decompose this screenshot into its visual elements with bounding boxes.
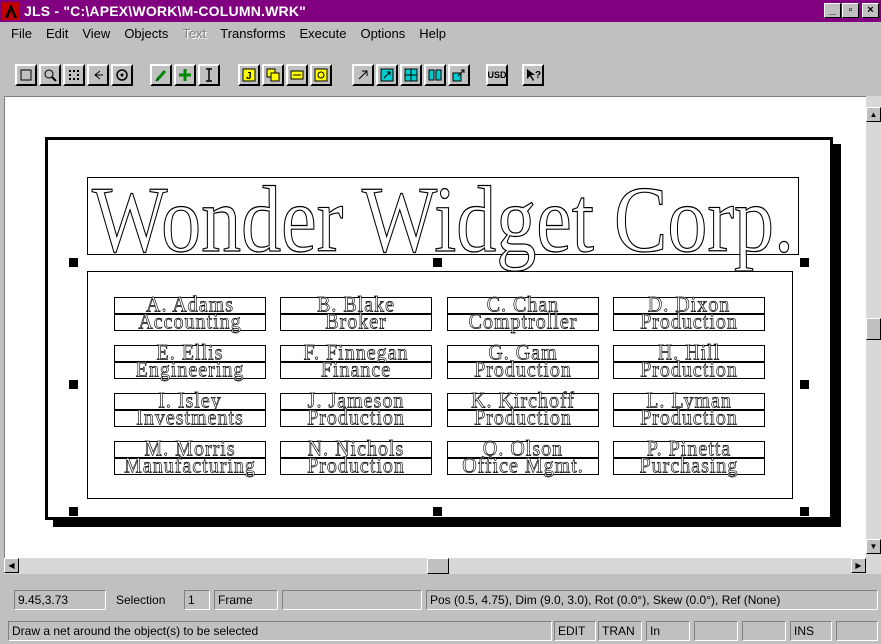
menu-objects[interactable]: Objects — [117, 26, 175, 41]
menu-view[interactable]: View — [75, 26, 117, 41]
split-icon[interactable] — [400, 64, 422, 86]
cell-dept[interactable]: Production — [447, 358, 599, 382]
selection-handle[interactable] — [433, 507, 442, 516]
circle-icon[interactable] — [310, 64, 332, 86]
export-icon[interactable] — [448, 64, 470, 86]
cell-dept[interactable]: Purchasing — [613, 454, 765, 478]
box-arrow-icon[interactable] — [376, 64, 398, 86]
cell-dept[interactable]: Comptroller — [447, 310, 599, 334]
cell-dept[interactable]: Production — [613, 406, 765, 430]
vertical-scroll-thumb[interactable] — [866, 318, 881, 340]
cell-dept[interactable]: Investments — [114, 406, 266, 430]
pencil-icon[interactable] — [150, 64, 172, 86]
vertical-scrollbar[interactable]: ▲ ▼ — [866, 96, 881, 574]
svg-text:?: ? — [535, 70, 541, 81]
headline-box[interactable]: Wonder Widget Corp. — [87, 167, 799, 273]
frame-j-icon[interactable]: J — [238, 64, 260, 86]
menu-options[interactable]: Options — [353, 26, 412, 41]
usd-icon[interactable]: USD — [486, 64, 508, 86]
bar-icon[interactable] — [286, 64, 308, 86]
cell-dept[interactable]: Accounting — [114, 310, 266, 334]
copy-icon[interactable] — [262, 64, 284, 86]
selection-handle[interactable] — [69, 258, 78, 267]
close-button[interactable]: × — [862, 3, 879, 18]
window-title: JLS - "C:\APEX\WORK\M-COLUMN.WRK" — [24, 3, 306, 19]
menu-bar: File Edit View Objects Text Transforms E… — [0, 22, 881, 44]
text-cursor-icon[interactable] — [198, 64, 220, 86]
cell-dept[interactable]: Production — [447, 406, 599, 430]
object-geometry-info: Pos (0.5, 4.75), Dim (9.0, 3.0), Rot (0.… — [426, 590, 878, 610]
cell-dept[interactable]: Production — [613, 310, 765, 334]
title-bar: JLS - "C:\APEX\WORK\M-COLUMN.WRK" _ ▫ × — [0, 0, 881, 22]
toolbar: J USD ? — [0, 44, 881, 96]
plus-icon[interactable] — [174, 64, 196, 86]
hint-text: Draw a net around the object(s) to be se… — [8, 621, 552, 641]
menu-text[interactable]: Text — [175, 26, 213, 41]
headline-text: Wonder Widget Corp. — [92, 168, 794, 272]
mode-tran: TRAN — [598, 621, 642, 641]
mode-ins: INS — [790, 621, 832, 641]
horizontal-scrollbar[interactable]: ◀ ▶ — [4, 558, 866, 574]
selection-count: 1 — [184, 590, 210, 610]
cell-dept[interactable]: Engineering — [114, 358, 266, 382]
svg-text:J: J — [246, 71, 252, 82]
menu-execute[interactable]: Execute — [292, 26, 353, 41]
menu-file[interactable]: File — [4, 26, 39, 41]
selection-handle[interactable] — [800, 258, 809, 267]
selection-label: Selection — [116, 593, 166, 607]
minimize-button[interactable]: _ — [824, 3, 841, 18]
view-icon[interactable] — [111, 64, 133, 86]
mode-slot — [836, 621, 878, 641]
selection-handle[interactable] — [800, 507, 809, 516]
select-rect-icon[interactable] — [15, 64, 37, 86]
scroll-up-icon[interactable]: ▲ — [866, 107, 881, 122]
app-logo-icon[interactable] — [2, 2, 20, 20]
status-bar-hint: Draw a net around the object(s) to be se… — [0, 618, 881, 644]
selection-handle[interactable] — [433, 258, 442, 267]
horizontal-scroll-thumb[interactable] — [427, 558, 449, 574]
selection-handle[interactable] — [69, 380, 78, 389]
menu-transforms[interactable]: Transforms — [213, 26, 292, 41]
zoom-icon[interactable] — [39, 64, 61, 86]
scroll-left-icon[interactable]: ◀ — [4, 558, 19, 573]
status-blank — [282, 590, 422, 610]
cell-dept[interactable]: Production — [280, 406, 432, 430]
cursor-coordinates: 9.45,3.73 — [14, 590, 106, 610]
mode-in: In — [646, 621, 690, 641]
menu-help[interactable]: Help — [412, 26, 453, 41]
help-cursor-icon[interactable]: ? — [522, 64, 544, 86]
cell-dept[interactable]: Production — [613, 358, 765, 382]
columns-icon[interactable] — [424, 64, 446, 86]
back-icon[interactable] — [87, 64, 109, 86]
menu-edit[interactable]: Edit — [39, 26, 75, 41]
cell-dept[interactable]: Finance — [280, 358, 432, 382]
mode-slot — [694, 621, 738, 641]
cell-dept[interactable]: Manufacturing — [114, 454, 266, 478]
status-bar-info: 9.45,3.73 Selection 1 Frame Pos (0.5, 4.… — [0, 587, 881, 613]
mode-edit: EDIT — [554, 621, 596, 641]
drawing-canvas[interactable]: Wonder Widget Corp. A. Adams Accounting … — [4, 96, 867, 558]
cell-dept[interactable]: Production — [280, 454, 432, 478]
grid-icon[interactable] — [63, 64, 85, 86]
selection-handle[interactable] — [800, 380, 809, 389]
arrow-ne-icon[interactable] — [352, 64, 374, 86]
mode-slot — [742, 621, 786, 641]
scroll-down-icon[interactable]: ▼ — [866, 539, 881, 554]
scroll-right-icon[interactable]: ▶ — [851, 558, 866, 573]
object-type: Frame — [214, 590, 278, 610]
maximize-button[interactable]: ▫ — [842, 3, 859, 18]
selection-handle[interactable] — [69, 507, 78, 516]
cell-dept[interactable]: Office Mgmt. — [447, 454, 599, 478]
cell-dept[interactable]: Broker — [280, 310, 432, 334]
